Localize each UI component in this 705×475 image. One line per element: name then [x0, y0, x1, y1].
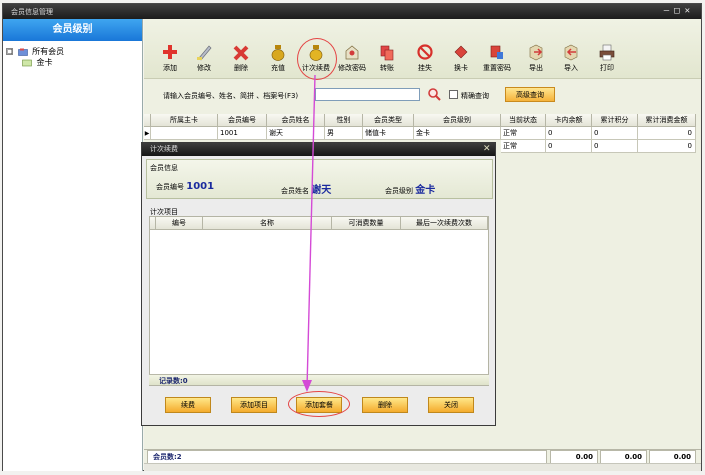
- annotation-arrow: [302, 74, 316, 392]
- screen: 会员信息管理 –□✕ 会员级别 □ 所有会员 金卡 添加 修改 删除 充值 计次…: [0, 0, 705, 475]
